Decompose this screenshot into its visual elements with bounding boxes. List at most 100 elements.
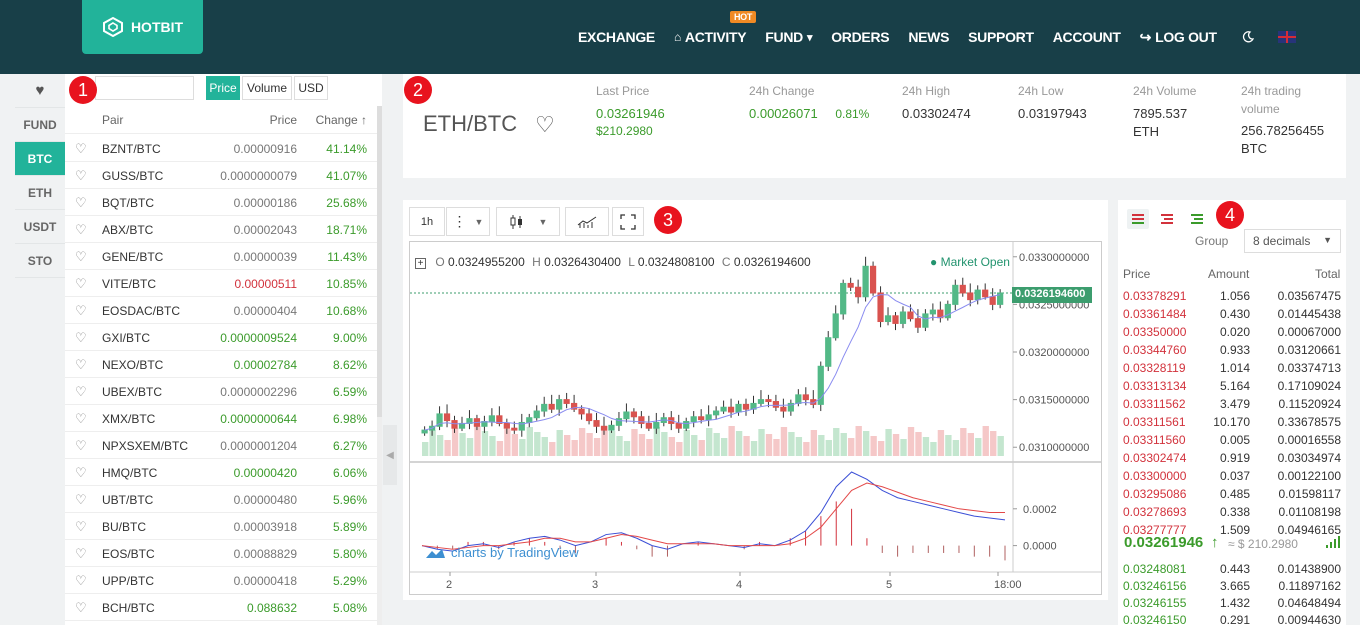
favorite-heart-icon[interactable]: ♡ — [75, 303, 87, 319]
nav-fund-label: FUND — [765, 29, 803, 45]
nav-news[interactable]: NEWS — [908, 29, 949, 45]
market-row[interactable]: ♡ NEXO/BTC 0.00002784 8.62% — [65, 351, 377, 378]
candle-body — [757, 399, 765, 404]
favorite-heart-icon[interactable]: ♡ — [75, 357, 87, 373]
orderbook-asks-view-button[interactable] — [1156, 209, 1178, 229]
nav-orders[interactable]: ORDERS — [831, 29, 889, 45]
volume-bar — [623, 441, 631, 456]
orderbook-bids-view-button[interactable] — [1186, 209, 1208, 229]
ask-row[interactable]: 0.03311560 0.005 0.00016558 — [1118, 431, 1346, 449]
ask-amount: 0.485 — [1219, 487, 1250, 501]
volume-bar — [683, 430, 690, 456]
market-row[interactable]: ♡ BQT/BTC 0.00000186 25.68% — [65, 189, 377, 216]
market-row[interactable]: ♡ HMQ/BTC 0.00000420 6.06% — [65, 459, 377, 486]
tradingview-watermark[interactable]: charts by TradingView — [424, 545, 579, 560]
orderbook-both-view-button[interactable] — [1127, 209, 1149, 229]
market-row[interactable]: ♡ EOS/BTC 0.00088829 5.80% — [65, 540, 377, 567]
ask-row[interactable]: 0.03328119 1.014 0.03374713 — [1118, 359, 1346, 377]
ask-row[interactable]: 0.03302474 0.919 0.03034974 — [1118, 449, 1346, 467]
market-row[interactable]: ♡ BU/BTC 0.00003918 5.89% — [65, 513, 377, 540]
ask-row[interactable]: 0.03361484 0.430 0.01445438 — [1118, 305, 1346, 323]
bid-row[interactable]: 0.03246156 3.665 0.11897162 — [1118, 577, 1346, 595]
market-row[interactable]: ♡ XMX/BTC 0.0000000644 6.98% — [65, 405, 377, 432]
ask-row[interactable]: 0.03311562 3.479 0.11520924 — [1118, 395, 1346, 413]
toggle-volume[interactable]: Volume — [242, 76, 292, 100]
market-row[interactable]: ♡ UPP/BTC 0.00000418 5.29% — [65, 567, 377, 594]
toggle-price[interactable]: Price — [206, 76, 240, 100]
col-change[interactable]: Change ↑ — [316, 113, 367, 127]
tab-btc[interactable]: BTC — [15, 142, 65, 176]
fullscreen-button[interactable] — [612, 207, 644, 236]
tab-fund[interactable]: FUND — [15, 108, 65, 142]
nav-activity[interactable]: HOT ⌂ ACTIVITY — [674, 11, 757, 45]
ask-row[interactable]: 0.03295086 0.485 0.01598117 — [1118, 485, 1346, 503]
collapse-legend-icon[interactable]: + — [415, 258, 426, 269]
ask-row[interactable]: 0.03311561 10.170 0.33678575 — [1118, 413, 1346, 431]
favorite-heart-icon[interactable]: ♡ — [75, 249, 87, 265]
favorite-heart-icon[interactable]: ♡ — [75, 492, 87, 508]
interval-button[interactable]: 1h — [409, 207, 445, 236]
intervals-more-button[interactable]: ⋮ ▼ — [446, 207, 490, 236]
tab-eth[interactable]: ETH — [15, 176, 65, 210]
favorite-heart-icon[interactable]: ♡ — [75, 546, 87, 562]
market-row[interactable]: ♡ GUSS/BTC 0.0000000079 41.07% — [65, 162, 377, 189]
favorite-heart-icon[interactable]: ♡ — [75, 141, 87, 157]
nav-support[interactable]: SUPPORT — [968, 29, 1034, 45]
ask-row[interactable]: 0.03300000 0.037 0.00122100 — [1118, 467, 1346, 485]
ask-row[interactable]: 0.03350000 0.020 0.00067000 — [1118, 323, 1346, 341]
market-row[interactable]: ♡ UBEX/BTC 0.0000002296 6.59% — [65, 378, 377, 405]
nav-account[interactable]: ACCOUNT — [1053, 29, 1121, 45]
favorite-heart-icon[interactable]: ♡ — [535, 112, 555, 138]
theme-toggle[interactable] — [1242, 31, 1254, 43]
favorite-heart-icon[interactable]: ♡ — [75, 600, 87, 616]
ask-row[interactable]: 0.03313134 5.164 0.17109024 — [1118, 377, 1346, 395]
tab-favorites[interactable]: ♥ — [15, 74, 65, 108]
ask-row[interactable]: 0.03278693 0.338 0.01108198 — [1118, 503, 1346, 521]
tab-sto[interactable]: STO — [15, 244, 65, 278]
indicators-button[interactable] — [565, 207, 609, 236]
favorite-heart-icon[interactable]: ♡ — [75, 330, 87, 346]
market-row[interactable]: ♡ GENE/BTC 0.00000039 11.43% — [65, 243, 377, 270]
favorite-heart-icon[interactable]: ♡ — [75, 384, 87, 400]
favorite-heart-icon[interactable]: ♡ — [75, 222, 87, 238]
ask-amount: 0.037 — [1219, 469, 1250, 483]
market-row[interactable]: ♡ BCH/BTC 0.088632 5.08% — [65, 594, 377, 621]
nav-exchange[interactable]: EXCHANGE — [578, 29, 655, 45]
favorite-heart-icon[interactable]: ♡ — [75, 573, 87, 589]
favorite-heart-icon[interactable]: ♡ — [75, 411, 87, 427]
price-chart[interactable]: 0.0330000000 0.0325000000 0.0320000000 0.03… — [409, 241, 1102, 595]
bid-row[interactable]: 0.03246155 1.432 0.04648494 — [1118, 594, 1346, 612]
market-row[interactable]: ♡ BZNT/BTC 0.00000916 41.14% — [65, 135, 377, 162]
collapse-sidebar-handle[interactable]: ◀ — [383, 425, 397, 485]
ask-row[interactable]: 0.03344760 0.933 0.03120661 — [1118, 341, 1346, 359]
market-row[interactable]: ♡ ABX/BTC 0.00002043 18.71% — [65, 216, 377, 243]
bid-row[interactable]: 0.03248081 0.443 0.01438900 — [1118, 560, 1346, 578]
favorite-heart-icon[interactable]: ♡ — [75, 195, 87, 211]
ask-price: 0.03344760 — [1123, 343, 1187, 357]
favorite-heart-icon[interactable]: ♡ — [75, 168, 87, 184]
favorite-heart-icon[interactable]: ♡ — [75, 276, 87, 292]
favorite-heart-icon[interactable]: ♡ — [75, 438, 87, 454]
market-row[interactable]: ♡ UBT/BTC 0.00000480 5.96% — [65, 486, 377, 513]
hotbit-logo[interactable]: HOTBIT — [82, 0, 203, 54]
market-list-scrollbar[interactable] — [377, 106, 382, 625]
market-row[interactable]: ♡ NPXSXEM/BTC 0.0000001204 6.27% — [65, 432, 377, 459]
col-pair[interactable]: Pair — [102, 113, 123, 127]
market-row[interactable]: ♡ VITE/BTC 0.00000511 10.85% — [65, 270, 377, 297]
ask-row[interactable]: 0.03378291 1.056 0.03567475 — [1118, 287, 1346, 305]
market-row[interactable]: ♡ EOSDAC/BTC 0.00000404 10.68% — [65, 297, 377, 324]
col-price[interactable]: Price — [270, 113, 297, 127]
nav-fund[interactable]: FUND ▾ — [765, 29, 812, 45]
volume-bar — [429, 430, 436, 456]
pair-search-input[interactable] — [95, 76, 194, 100]
language-selector[interactable] — [1277, 31, 1296, 43]
nav-logout[interactable]: ↪ LOG OUT — [1140, 29, 1217, 46]
toggle-usd[interactable]: USD — [294, 76, 328, 100]
market-row[interactable]: ♡ GXI/BTC 0.0000009524 9.00% — [65, 324, 377, 351]
favorite-heart-icon[interactable]: ♡ — [75, 465, 87, 481]
favorite-heart-icon[interactable]: ♡ — [75, 519, 87, 535]
chart-type-button[interactable]: ▼ — [496, 207, 560, 236]
tab-usdt[interactable]: USDT — [15, 210, 65, 244]
bid-row[interactable]: 0.03246150 0.291 0.00944630 — [1118, 611, 1346, 625]
decimals-select[interactable]: 8 decimals ▼ — [1244, 229, 1341, 253]
